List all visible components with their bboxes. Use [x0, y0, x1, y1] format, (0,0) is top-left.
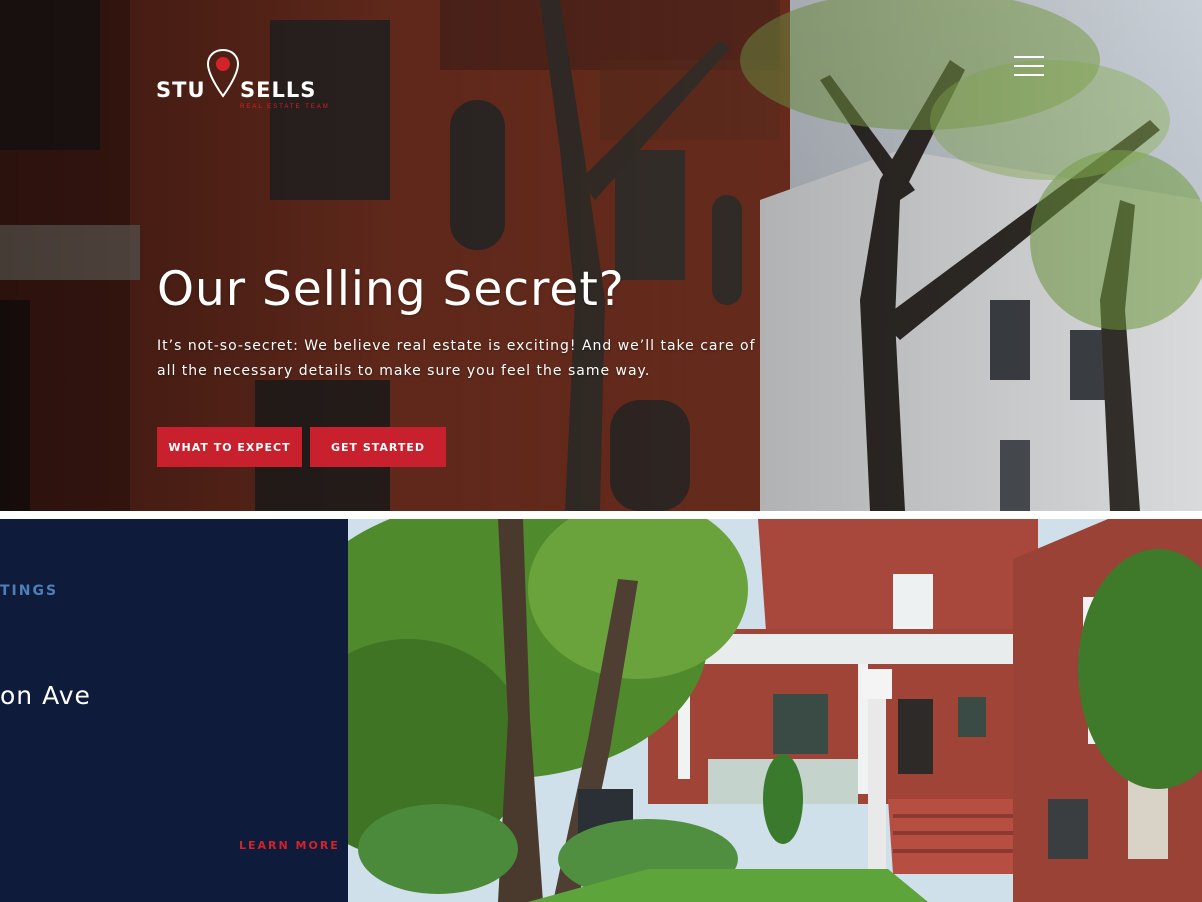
house-image [348, 519, 1202, 902]
site-logo[interactable]: STU SELLS REAL ESTATE TEAM [156, 48, 328, 114]
logo-word-stu: STU [156, 78, 206, 102]
hamburger-menu-icon[interactable] [1010, 52, 1048, 80]
hero-section: STU SELLS REAL ESTATE TEAM Our Selling S… [0, 0, 1202, 511]
featured-listing-panel: TINGS on Ave LEARN MORE [0, 519, 348, 902]
map-pin-icon [206, 48, 240, 98]
learn-more-link[interactable]: LEARN MORE [239, 828, 348, 862]
logo-tagline: REAL ESTATE TEAM [240, 104, 330, 110]
get-started-button[interactable]: GET STARTED [310, 427, 446, 467]
what-to-expect-button[interactable]: WHAT TO EXPECT [157, 427, 302, 467]
listing-eyebrow: TINGS [0, 583, 59, 599]
hero-description: It’s not-so-secret: We believe real esta… [157, 338, 756, 379]
listing-photo[interactable] [348, 519, 1202, 902]
listing-address[interactable]: on Ave [0, 681, 91, 710]
logo-word-sells: SELLS [240, 78, 317, 102]
learn-more-label: LEARN MORE [239, 838, 340, 852]
hero-title: Our Selling Secret? [157, 262, 625, 317]
